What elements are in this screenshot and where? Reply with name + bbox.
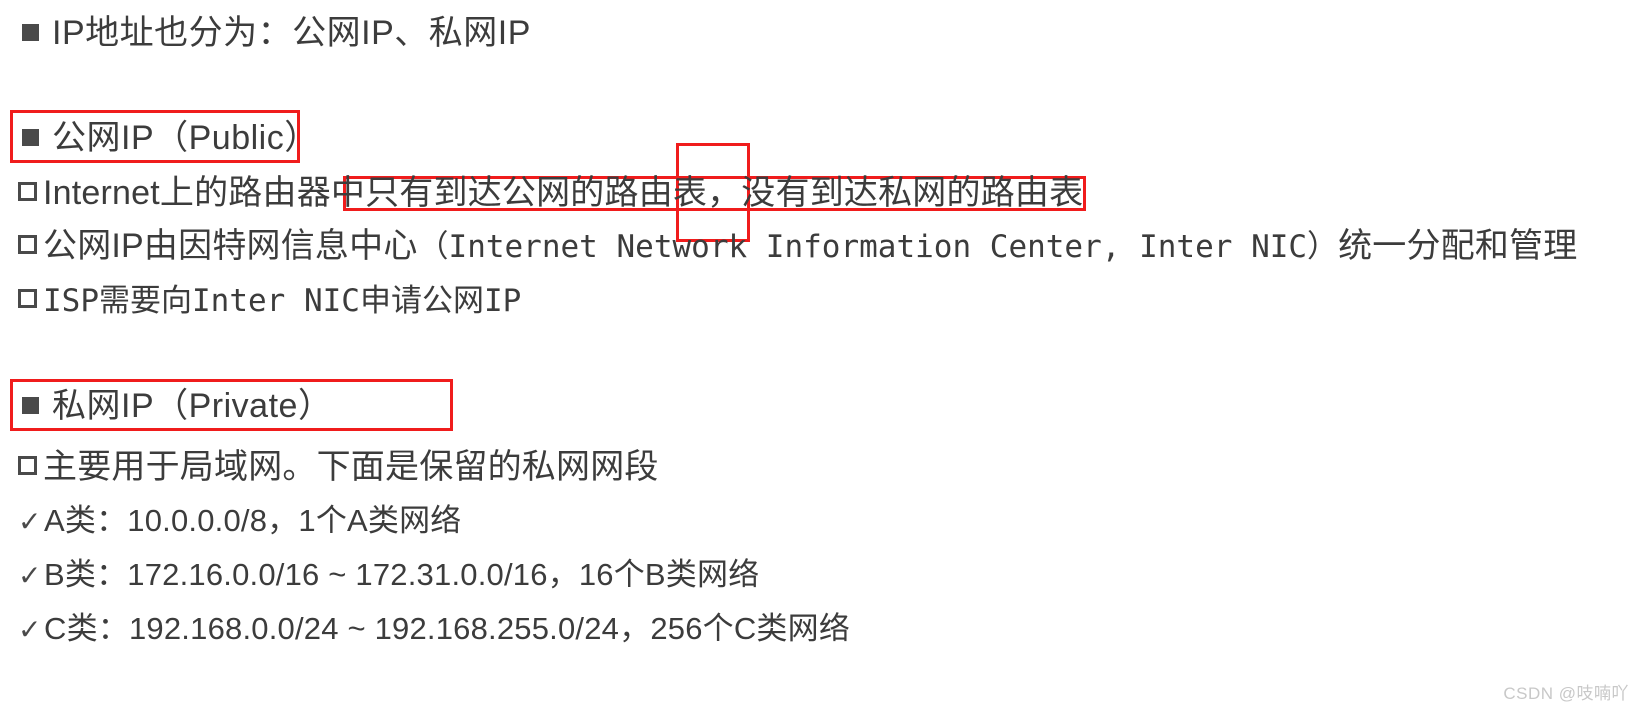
routing-table-text: Internet上的路由器中只有到达公网的路由表，没有到达私网的路由表: [43, 174, 1084, 212]
lan-reserved-text: 主要用于局域网。下面是保留的私网网段: [43, 448, 659, 486]
class-b-text: B类：172.16.0.0/16 ~ 172.31.0.0/16，16个B类网络: [44, 557, 760, 592]
intro-text: IP地址也分为：公网IP、私网IP: [52, 14, 531, 52]
csdn-watermark: CSDN @吱喃吖: [1503, 684, 1629, 703]
inter-nic-suffix: 统一分配和管理: [1338, 227, 1578, 265]
square-filled-icon: [22, 24, 39, 41]
heading-private-ip-label: 私网IP（Private）: [52, 387, 333, 425]
heading-public-ip-label: 公网IP（Public）: [52, 119, 319, 157]
square-filled-icon: [22, 129, 39, 146]
check-line-class-c: ✓C类：192.168.0.0/24 ~ 192.168.255.0/24，25…: [18, 613, 850, 644]
isp-apply-text: ISP需要向Inter NIC申请公网IP: [43, 283, 522, 319]
slide-canvas: IP地址也分为：公网IP、私网IP 公网IP（Public） Internet上…: [0, 0, 1647, 716]
square-hollow-icon: [18, 235, 37, 254]
check-icon: ✓: [18, 506, 42, 537]
heading-public-ip: 公网IP（Public）: [22, 121, 319, 155]
check-icon: ✓: [18, 614, 42, 645]
square-filled-icon: [22, 397, 39, 414]
check-icon: ✓: [18, 560, 42, 591]
check-line-class-b: ✓B类：172.16.0.0/16 ~ 172.31.0.0/16，16个B类网…: [18, 559, 759, 590]
heading-private-ip: 私网IP（Private）: [22, 389, 332, 423]
check-line-class-a: ✓A类：10.0.0.0/8，1个A类网络: [18, 505, 462, 536]
bullet-line-routing-table: Internet上的路由器中只有到达公网的路由表，没有到达私网的路由表: [18, 176, 1083, 210]
inter-nic-mono: （Internet Network Information Center, In…: [417, 229, 1339, 265]
inter-nic-prefix: 公网IP由因特网信息中心: [43, 227, 418, 265]
bullet-line-isp-apply: ISP需要向Inter NIC申请公网IP: [18, 283, 521, 317]
class-a-text: A类：10.0.0.0/8，1个A类网络: [44, 503, 462, 538]
bullet-line-inter-nic-authority: 公网IP由因特网信息中心（Internet Network Informatio…: [18, 229, 1577, 263]
square-hollow-icon: [18, 182, 37, 201]
square-hollow-icon: [18, 456, 37, 475]
square-hollow-icon: [18, 289, 37, 308]
bullet-line-lan-reserved: 主要用于局域网。下面是保留的私网网段: [18, 450, 659, 484]
bullet-line-intro: IP地址也分为：公网IP、私网IP: [22, 16, 531, 50]
class-c-text: C类：192.168.0.0/24 ~ 192.168.255.0/24，256…: [44, 611, 851, 646]
